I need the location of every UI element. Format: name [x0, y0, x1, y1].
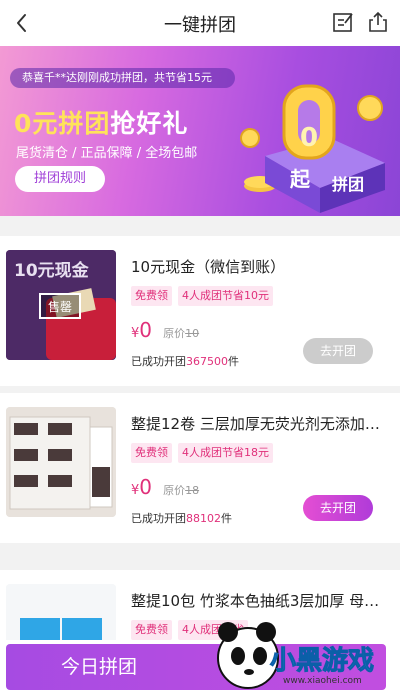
product-thumbnail [6, 407, 116, 517]
headline-rest: 抢好礼 [110, 109, 189, 138]
original-price: 原价10 [163, 327, 200, 340]
price-row: ¥0 原价10 [131, 318, 199, 342]
watermark-url: www.xiaohei.com [283, 676, 362, 686]
product-card[interactable]: 10元现金 售罄 10元现金（微信到账） 免费领 4人成团节省10元 ¥0 原价1… [0, 236, 400, 386]
group-price: 0 [139, 318, 153, 342]
start-group-button[interactable]: 去开团 [303, 338, 373, 364]
gift-box-illustration: 0 起 拼团 [240, 84, 385, 213]
art-digit: 0 [300, 123, 318, 153]
thumb-title: 10元现金 [14, 260, 90, 281]
top-nav-bar: 一键拼团 [0, 0, 400, 46]
tissue-rolls-image [6, 407, 116, 517]
promo-banner[interactable]: 恭喜千**达刚刚成功拼团，共节省15元 0元拼团抢好礼 尾货清仓 / 正品保障 … [0, 46, 400, 216]
edit-note-icon[interactable] [331, 10, 355, 34]
cash-envelope-icon: 10元现金 售罄 [6, 250, 116, 360]
art-label-start: 起 [289, 167, 311, 191]
product-name: 整提12卷 三层加厚无荧光剂无添加… [131, 415, 380, 433]
tag-save: 4人成团节省10元 [178, 286, 273, 306]
group-price: 0 [139, 475, 153, 499]
headline-highlight: 0元拼团 [14, 109, 111, 138]
share-icon[interactable] [366, 10, 390, 34]
watermark-text: 小黑游戏 [269, 646, 375, 677]
banner-headline: 0元拼团抢好礼 [14, 104, 188, 140]
opened-count: 已成功开团367500件 [131, 355, 239, 368]
banner-subline: 尾货清仓 / 正品保障 / 全场包邮 [16, 146, 198, 161]
group-rules-button[interactable]: 拼团规则 [15, 166, 105, 192]
product-name: 10元现金（微信到账） [131, 258, 286, 276]
product-card[interactable]: 整提12卷 三层加厚无荧光剂无添加… 免费领 4人成团节省18元 ¥0 原价18 … [0, 393, 400, 543]
original-price: 原价18 [163, 484, 200, 497]
product-name: 整提10包 竹浆本色抽纸3层加厚 母… [131, 592, 380, 610]
tag-free: 免费领 [131, 286, 172, 306]
price-row: ¥0 原价18 [131, 475, 199, 499]
success-ticker: 恭喜千**达刚刚成功拼团，共节省15元 [10, 68, 235, 88]
tag-free: 免费领 [131, 620, 172, 640]
tag-free: 免费领 [131, 443, 172, 463]
product-tags: 免费领 4人成团节省10元 [131, 286, 279, 306]
sold-out-badge: 售罄 [48, 299, 72, 314]
product-thumbnail: 10元现金 售罄 [6, 250, 116, 360]
opened-count: 已成功开团88102件 [131, 512, 232, 525]
tag-save: 4人成团节省18元 [178, 443, 273, 463]
start-group-button[interactable]: 去开团 [303, 495, 373, 521]
art-label-group: 拼团 [332, 175, 364, 194]
product-tags: 免费领 4人成团节省18元 [131, 443, 279, 463]
